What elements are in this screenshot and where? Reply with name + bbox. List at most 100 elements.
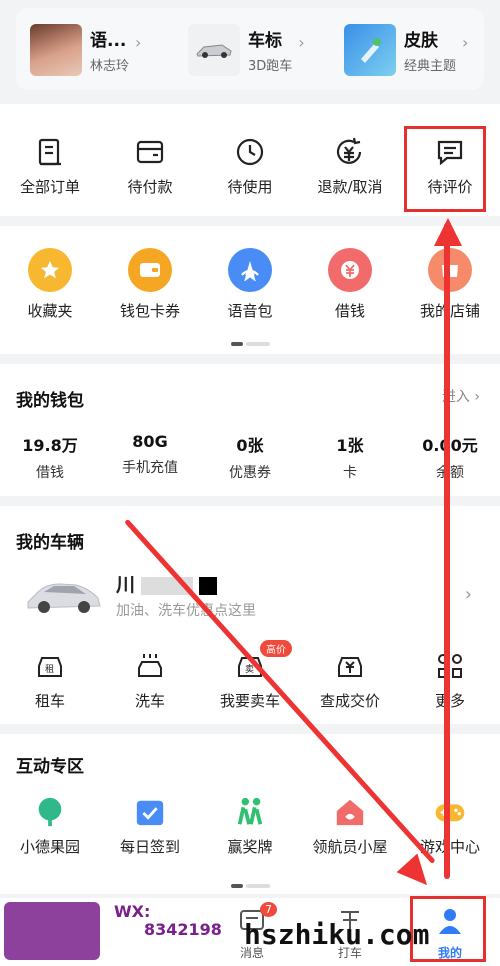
watermark-id: 8342198 <box>144 920 222 939</box>
running-icon <box>234 796 266 828</box>
wallet-item[interactable]: 0.00元余额 <box>402 432 498 482</box>
voice-pack-sub: 林志玲 <box>90 59 130 74</box>
vehicle-card[interactable]: 川 加油、洗车优惠点这里 › <box>20 568 480 624</box>
wallet-label: 卡 <box>343 465 357 481</box>
skin-thumb <box>344 24 396 76</box>
house-icon <box>334 796 366 828</box>
tree-icon <box>34 796 66 828</box>
vehicle-action-label: 租车 <box>34 692 65 710</box>
wallet-item[interactable]: 0张 优惠券 <box>202 432 298 482</box>
wallet-section: 我的钱包 进入 › 19.8万借钱 80G手机充值 0张优惠券 1张卡 0.00… <box>0 364 500 496</box>
vehicle-hint: 加油、洗车优惠点这里 <box>116 603 256 619</box>
service-wallet-label: 钱包卡券 <box>119 302 180 320</box>
clock-icon <box>234 136 266 168</box>
annotation-arrow-up <box>444 223 450 879</box>
order-all-label: 全部订单 <box>19 178 80 196</box>
vehicle-action-label: 查成交价 <box>319 692 380 710</box>
highlight-box-review <box>404 126 486 212</box>
vehicle-action-more[interactable]: 更多 <box>402 650 498 711</box>
wallet-label: 借钱 <box>36 465 64 481</box>
gamepad-icon <box>434 796 466 828</box>
refund-icon <box>334 136 366 168</box>
skin-title: 皮肤 <box>404 31 438 51</box>
voice-pack-entry[interactable]: 语... 林志玲 › <box>30 22 141 78</box>
wallet-item[interactable]: 80G 手机充值 <box>102 432 198 482</box>
car-image <box>24 572 104 620</box>
chevron-right-icon: › <box>135 32 142 52</box>
wallet-card-icon <box>134 136 166 168</box>
service-loan[interactable]: 借钱 <box>302 248 398 321</box>
chevron-right-icon: › <box>462 32 469 52</box>
order-unpaid-label: 待付款 <box>127 178 173 196</box>
wallet-label: 余额 <box>436 465 464 481</box>
plate-number: 川 <box>116 570 218 597</box>
order-refund-label: 退款/取消 <box>317 178 383 196</box>
service-voice-label: 语音包 <box>227 302 273 320</box>
watermark-site: hszhiku.com <box>244 918 430 951</box>
vehicle-action-label: 洗车 <box>134 692 165 710</box>
calendar-check-icon <box>134 796 166 828</box>
wallet-item[interactable]: 19.8万借钱 <box>2 432 98 482</box>
vehicle-section: 我的车辆 川 加油、洗车优惠点这里 › 租 租车 洗车 卖 我要卖车 高价 查成… <box>0 506 500 724</box>
watermark-wx: WX: <box>114 902 151 921</box>
chevron-right-icon: › <box>298 32 305 52</box>
service-section: 收藏夹 钱包卡券 语音包 借钱 我的店铺 <box>0 226 500 354</box>
wallet-value: 1张 <box>336 436 364 455</box>
wallet-item[interactable]: 1张卡 <box>302 432 398 482</box>
interact-label: 领航员小屋 <box>312 838 388 856</box>
interact-label: 赢奖牌 <box>227 838 273 856</box>
skin-entry[interactable]: 皮肤 经典主题 › <box>344 22 468 78</box>
page-indicator <box>231 884 270 888</box>
car-logo-title: 车标 <box>248 31 282 51</box>
vehicle-action-price[interactable]: 查成交价 <box>302 650 398 711</box>
vehicle-title: 我的车辆 <box>16 533 84 553</box>
wallet-value: 19.8万 <box>22 436 78 455</box>
car-wash-icon <box>134 650 166 682</box>
order-all[interactable]: 全部订单 <box>2 136 98 197</box>
wallet-value: 80G <box>132 432 168 451</box>
service-loan-label: 借钱 <box>334 302 365 320</box>
order-refund[interactable]: 退款/取消 <box>302 136 398 197</box>
grid-more-icon <box>434 650 466 682</box>
star-icon <box>28 248 72 292</box>
service-voice[interactable]: 语音包 <box>202 248 298 321</box>
wallet-title: 我的钱包 <box>16 391 84 411</box>
vehicle-action-rent[interactable]: 租 租车 <box>2 650 98 711</box>
voice-pack-title: 语... <box>90 31 127 51</box>
order-list-icon <box>34 136 66 168</box>
quick-entry-card: 语... 林志玲 › 车标 3D跑车 › 皮肤 经典主题 › <box>16 8 484 90</box>
vehicle-action-label: 我要卖车 <box>219 692 280 710</box>
voice-broadcast-icon <box>228 248 272 292</box>
arrow-head-up <box>434 218 462 246</box>
car-logo-thumb <box>188 24 240 76</box>
interact-medal[interactable]: 赢奖牌 <box>202 796 298 857</box>
order-unpaid[interactable]: 待付款 <box>102 136 198 197</box>
yen-icon <box>328 248 372 292</box>
svg-text:租: 租 <box>45 664 54 675</box>
order-unused-label: 待使用 <box>227 178 273 196</box>
service-favorites[interactable]: 收藏夹 <box>2 248 98 321</box>
interact-label: 每日签到 <box>119 838 180 856</box>
interact-orchard[interactable]: 小德果园 <box>2 796 98 857</box>
price-check-icon <box>334 650 366 682</box>
skin-sub: 经典主题 <box>404 59 457 74</box>
chevron-right-icon: › <box>474 389 480 405</box>
order-unused[interactable]: 待使用 <box>202 136 298 197</box>
interact-title: 互动专区 <box>16 757 84 777</box>
service-favorites-label: 收藏夹 <box>27 302 73 320</box>
watermark-logo: WX: 8342198 <box>4 902 222 964</box>
page-indicator <box>231 342 270 346</box>
wallet-value: 0张 <box>236 436 264 455</box>
shop-icon <box>428 248 472 292</box>
high-price-badge: 高价 <box>260 640 292 657</box>
interact-checkin[interactable]: 每日签到 <box>102 796 198 857</box>
wallet-icon <box>128 248 172 292</box>
service-shop[interactable]: 我的店铺 <box>402 248 498 321</box>
avatar <box>30 24 82 76</box>
car-logo-entry[interactable]: 车标 3D跑车 › <box>188 22 305 78</box>
service-wallet[interactable]: 钱包卡券 <box>102 248 198 321</box>
vehicle-action-wash[interactable]: 洗车 <box>102 650 198 711</box>
message-count-badge: 7 <box>260 902 277 917</box>
wallet-label: 手机充值 <box>122 460 178 476</box>
rent-car-icon: 租 <box>34 650 66 682</box>
